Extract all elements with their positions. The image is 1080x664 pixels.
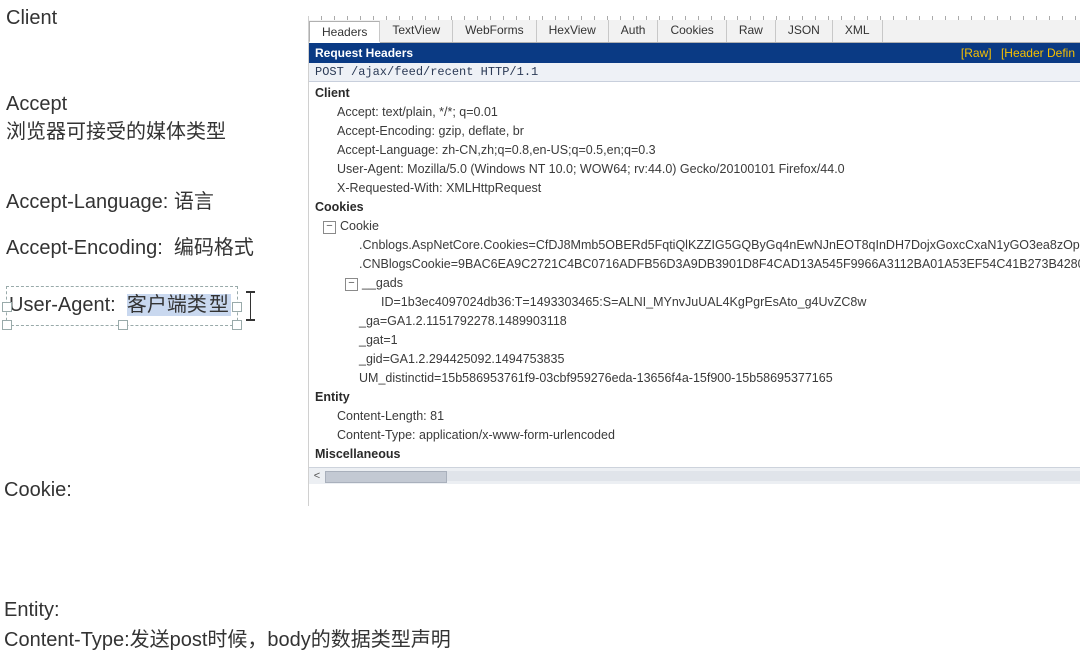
scroll-track[interactable] <box>325 471 1080 481</box>
request-headers-banner: Request Headers [Raw] [Header Defin <box>309 43 1080 63</box>
headers-tree[interactable]: Client Accept: text/plain, */*; q=0.01 A… <box>309 82 1080 484</box>
scroll-left-icon[interactable]: < <box>309 469 325 483</box>
tab-webforms[interactable]: WebForms <box>453 20 536 42</box>
cookie-cnblogs[interactable]: .CNBlogsCookie=9BAC6EA9C2721C4BC0716ADFB… <box>313 255 1080 274</box>
tab-raw[interactable]: Raw <box>727 20 776 42</box>
notes-content-type-desc: 发送post时候，body的数据类型声明 <box>130 629 451 651</box>
notes-accept-encoding: Accept-Encoding: 编码格式 <box>6 234 294 262</box>
tab-textview[interactable]: TextView <box>380 20 453 42</box>
notes-accept-label: Accept <box>6 90 294 118</box>
notes-accept-language: Accept-Language: 语言 <box>6 188 294 216</box>
banner-title: Request Headers <box>315 46 413 60</box>
selection-handle-icon[interactable] <box>2 302 12 312</box>
notes-user-agent-label: User-Agent: <box>9 294 116 316</box>
banner-link-defs[interactable]: [Header Defin <box>1001 46 1075 60</box>
minus-icon[interactable]: − <box>323 221 336 234</box>
cookie-gads-id[interactable]: ID=1b3ec4097024db36:T=1493303465:S=ALNI_… <box>313 293 1080 312</box>
group-entity[interactable]: Entity <box>313 388 1080 407</box>
tab-xml[interactable]: XML <box>833 20 883 42</box>
text-caret-icon <box>250 293 251 319</box>
cookie-aspnet[interactable]: .Cnblogs.AspNetCore.Cookies=CfDJ8Mmb5OBE… <box>313 236 1080 255</box>
hdr-accept-language[interactable]: Accept-Language: zh-CN,zh;q=0.8,en-US;q=… <box>313 141 1080 160</box>
horizontal-scrollbar[interactable]: < <box>309 467 1080 484</box>
hdr-x-requested-with[interactable]: X-Requested-With: XMLHttpRequest <box>313 179 1080 198</box>
hdr-accept-encoding[interactable]: Accept-Encoding: gzip, deflate, br <box>313 122 1080 141</box>
notes-user-agent-desc-selected: 客户端类 <box>127 294 207 316</box>
group-cookies[interactable]: Cookies <box>313 198 1080 217</box>
inspector-tabs: Headers TextView WebForms HexView Auth C… <box>309 20 1080 43</box>
notes-entity-block: Entity: Content-Type:发送post时候，body的数据类型声… <box>4 595 1064 655</box>
selection-handle-icon[interactable] <box>118 320 128 330</box>
notes-entity-label: Entity: <box>4 595 1064 625</box>
cookie-root[interactable]: −Cookie <box>313 217 1080 236</box>
cookie-gads[interactable]: −__gads <box>313 274 1080 293</box>
text-caret-icon <box>246 291 255 293</box>
group-misc[interactable]: Miscellaneous <box>313 445 1080 464</box>
notes-client-label: Client <box>6 4 294 32</box>
tab-cookies[interactable]: Cookies <box>658 20 726 42</box>
tab-json[interactable]: JSON <box>776 20 833 42</box>
selection-handle-icon[interactable] <box>2 320 12 330</box>
notes-column: Client Accept 浏览器可接受的媒体类型 Accept-Languag… <box>4 0 296 330</box>
group-client[interactable]: Client <box>313 84 1080 103</box>
banner-link-raw[interactable]: [Raw] <box>961 46 992 60</box>
hdr-accept[interactable]: Accept: text/plain, */*; q=0.01 <box>313 103 1080 122</box>
notes-user-agent-selection[interactable]: User-Agent: 客户端类型 <box>6 286 238 326</box>
scroll-thumb[interactable] <box>325 471 447 483</box>
notes-content-type-label: Content-Type: <box>4 629 130 651</box>
selection-handle-icon[interactable] <box>232 302 242 312</box>
cookie-um[interactable]: UM_distinctid=15b586953761f9-03cbf959276… <box>313 369 1080 388</box>
notes-accept-desc: 浏览器可接受的媒体类型 <box>6 118 294 146</box>
tab-hexview[interactable]: HexView <box>537 20 609 42</box>
cookie-gid[interactable]: _gid=GA1.2.294425092.1494753835 <box>313 350 1080 369</box>
fiddler-panel: Headers TextView WebForms HexView Auth C… <box>308 16 1080 506</box>
minus-icon[interactable]: − <box>345 278 358 291</box>
hdr-user-agent[interactable]: User-Agent: Mozilla/5.0 (Windows NT 10.0… <box>313 160 1080 179</box>
tab-headers[interactable]: Headers <box>309 21 380 43</box>
selection-handle-icon[interactable] <box>232 320 242 330</box>
cookie-gat[interactable]: _gat=1 <box>313 331 1080 350</box>
hdr-content-type[interactable]: Content-Type: application/x-www-form-url… <box>313 426 1080 445</box>
hdr-content-length[interactable]: Content-Length: 81 <box>313 407 1080 426</box>
cookie-ga[interactable]: _ga=GA1.2.1151792278.1489903118 <box>313 312 1080 331</box>
text-caret-icon <box>246 319 255 321</box>
notes-user-agent-desc-highlight: 型 <box>207 294 231 316</box>
tab-auth[interactable]: Auth <box>609 20 659 42</box>
request-line: POST /ajax/feed/recent HTTP/1.1 <box>309 63 1080 82</box>
